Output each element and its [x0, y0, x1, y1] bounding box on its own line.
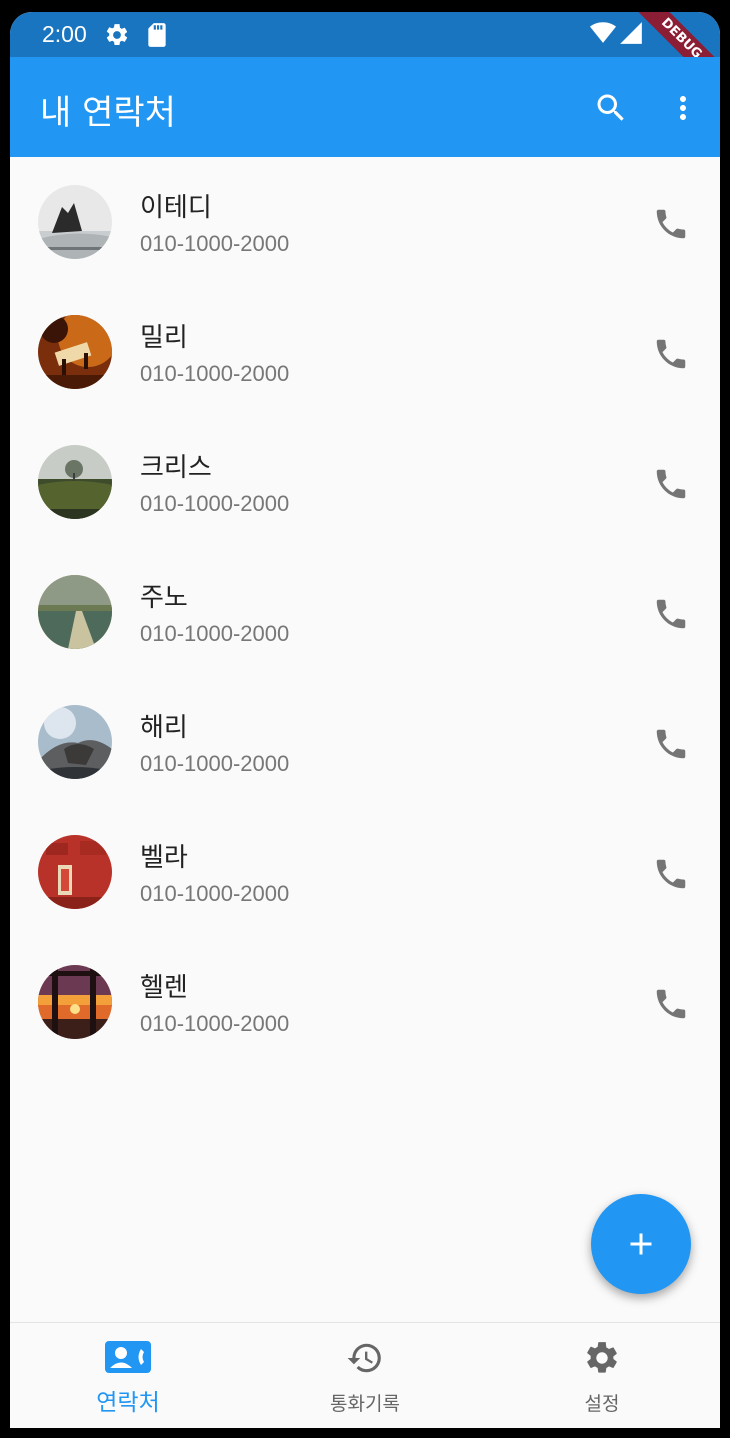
contact-phone: 010-1000-2000 [140, 1011, 290, 1036]
call-button[interactable] [646, 849, 696, 899]
phone-icon [656, 729, 686, 759]
more-vert-icon [680, 96, 686, 120]
contact-name: 밀리 [140, 323, 188, 353]
contact-row[interactable]: 해리 010-1000-2000 [10, 677, 720, 807]
sd-card-icon [146, 22, 168, 52]
phone-screen: 2:00 DEBUG 내 연락처 이테디 010-1000-2000 밀리 01… [10, 12, 720, 1428]
signal-icon [618, 20, 644, 50]
search-icon [597, 94, 624, 121]
contacts-icon [105, 1339, 151, 1379]
avatar [38, 965, 112, 1039]
contact-name: 벨라 [140, 843, 188, 873]
settings-icon [583, 1339, 621, 1381]
page-title: 내 연락처 [40, 93, 176, 133]
status-time: 2:00 [42, 21, 87, 47]
contact-phone: 010-1000-2000 [140, 491, 290, 516]
avatar [38, 185, 112, 259]
phone-icon [656, 209, 686, 239]
avatar [38, 705, 112, 779]
contact-phone: 010-1000-2000 [140, 231, 290, 256]
contact-phone: 010-1000-2000 [140, 751, 290, 776]
plus-icon [630, 1233, 652, 1255]
contact-row[interactable]: 크리스 010-1000-2000 [10, 417, 720, 547]
avatar [38, 575, 112, 649]
contact-name: 이테디 [140, 193, 212, 223]
call-button[interactable] [646, 329, 696, 379]
nav-item-contacts[interactable]: 연락처 [10, 1323, 246, 1428]
contact-phone: 010-1000-2000 [140, 621, 290, 646]
avatar [38, 835, 112, 909]
contact-name: 해리 [140, 713, 188, 743]
call-button[interactable] [646, 459, 696, 509]
wifi-icon [590, 20, 616, 48]
nav-label-call-history: 통화기록 [330, 1393, 400, 1415]
nav-item-call-history[interactable]: 통화기록 [247, 1323, 483, 1428]
contact-row[interactable]: 헬렌 010-1000-2000 [10, 937, 720, 1067]
more-options-button[interactable] [658, 83, 708, 133]
contact-phone: 010-1000-2000 [140, 881, 290, 906]
contact-row[interactable]: 밀리 010-1000-2000 [10, 287, 720, 417]
phone-icon [656, 469, 686, 499]
avatar [38, 315, 112, 389]
bottom-navigation: 연락처 통화기록 설정 [10, 1322, 720, 1428]
app-bar: 내 연락처 [10, 57, 720, 157]
contact-list: 이테디 010-1000-2000 밀리 010-1000-2000 크리스 0… [10, 157, 720, 1067]
add-contact-button[interactable] [591, 1194, 691, 1294]
settings-status-icon [104, 22, 130, 52]
contact-row[interactable]: 주노 010-1000-2000 [10, 547, 720, 677]
contact-phone: 010-1000-2000 [140, 361, 290, 386]
nav-label-contacts: 연락처 [96, 1390, 160, 1416]
search-button[interactable] [586, 83, 636, 133]
phone-icon [656, 339, 686, 369]
status-bar: 2:00 DEBUG [10, 12, 720, 100]
call-button[interactable] [646, 979, 696, 1029]
avatar [38, 445, 112, 519]
call-button[interactable] [646, 589, 696, 639]
contact-row[interactable]: 이테디 010-1000-2000 [10, 157, 720, 287]
phone-icon [656, 989, 686, 1019]
nav-item-settings[interactable]: 설정 [484, 1323, 720, 1428]
phone-icon [656, 599, 686, 629]
contact-row[interactable]: 벨라 010-1000-2000 [10, 807, 720, 937]
history-icon [346, 1339, 384, 1381]
call-button[interactable] [646, 199, 696, 249]
contact-name: 주노 [140, 583, 188, 613]
phone-icon [656, 859, 686, 889]
call-button[interactable] [646, 719, 696, 769]
contact-name: 크리스 [140, 453, 212, 483]
contact-name: 헬렌 [140, 973, 188, 1003]
nav-label-settings: 설정 [584, 1393, 620, 1415]
